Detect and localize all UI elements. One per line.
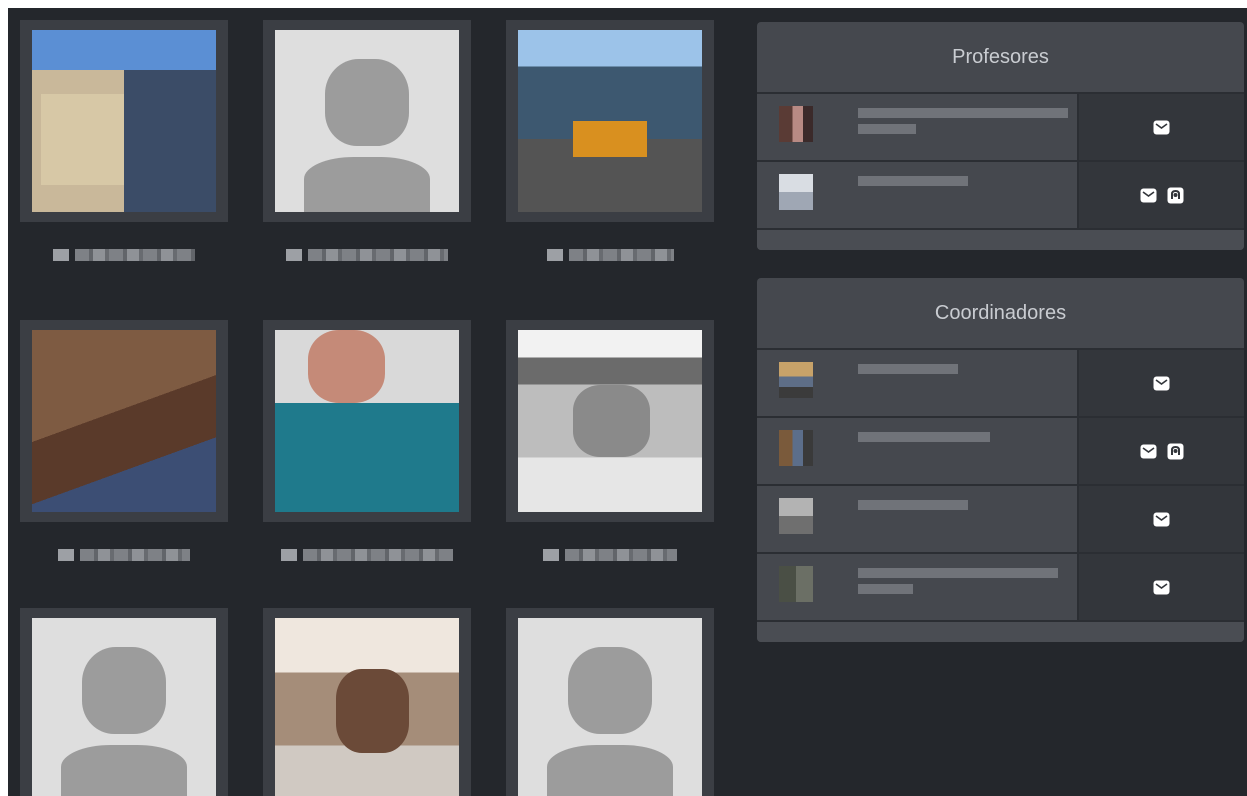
envelope-icon[interactable] [1140, 444, 1157, 459]
panel-title: Profesores [757, 22, 1244, 94]
member-info[interactable] [757, 554, 1079, 620]
member-name-blurred [858, 174, 968, 186]
avatar[interactable] [779, 498, 813, 534]
envelope-icon[interactable] [1153, 120, 1170, 135]
member-name-blurred [858, 430, 990, 442]
photo-frame [506, 608, 714, 796]
member-name-blurred [858, 362, 958, 374]
member-caption [263, 248, 471, 262]
contact-actions [1079, 486, 1244, 552]
member-name-blurred [80, 549, 190, 561]
photo-frame [263, 608, 471, 796]
avatar[interactable] [779, 106, 813, 142]
member-card[interactable] [263, 608, 471, 796]
member-info[interactable] [757, 418, 1079, 484]
member-name-blurred [75, 249, 195, 261]
placeholder-avatar-icon[interactable] [32, 618, 216, 796]
photo-frame [20, 608, 228, 796]
member-info[interactable] [757, 162, 1079, 228]
contact-actions [1079, 162, 1244, 228]
member-card[interactable] [20, 608, 228, 796]
photo-frame [263, 320, 471, 522]
member-info[interactable] [757, 350, 1079, 416]
contact-actions [1079, 418, 1244, 484]
member-caption [20, 248, 228, 262]
member-caption [506, 248, 714, 262]
panel-footer [757, 230, 1244, 250]
flag-icon [546, 249, 563, 261]
photo-frame [263, 20, 471, 222]
list-item [757, 350, 1244, 418]
member-name-blurred [858, 566, 1058, 594]
member-photo[interactable] [275, 618, 459, 796]
envelope-icon[interactable] [1153, 376, 1170, 391]
avatar[interactable] [779, 430, 813, 466]
github-icon[interactable] [1167, 187, 1184, 203]
photo-frame [506, 320, 714, 522]
member-photo[interactable] [275, 330, 459, 512]
flag-icon [281, 549, 297, 561]
member-card[interactable] [263, 320, 471, 562]
member-card[interactable] [506, 20, 714, 262]
member-card[interactable] [506, 608, 714, 796]
list-item [757, 162, 1244, 230]
member-card[interactable] [506, 320, 714, 562]
flag-icon [53, 249, 69, 261]
list-item [757, 418, 1244, 486]
member-info[interactable] [757, 94, 1079, 160]
avatar[interactable] [779, 362, 813, 398]
member-photo[interactable] [518, 30, 702, 212]
placeholder-avatar-icon[interactable] [518, 618, 702, 796]
github-icon[interactable] [1167, 443, 1184, 459]
panel-footer [757, 622, 1244, 642]
coordinadores-panel: Coordinadores [757, 278, 1244, 642]
member-card[interactable] [20, 320, 228, 562]
member-name-blurred [568, 249, 674, 261]
placeholder-avatar-icon[interactable] [275, 30, 459, 212]
contact-actions [1079, 94, 1244, 160]
flag-icon [543, 549, 559, 561]
member-name-blurred [858, 498, 968, 510]
flag-icon [286, 249, 302, 261]
list-item [757, 94, 1244, 162]
photo-frame [506, 20, 714, 222]
photo-frame [20, 20, 228, 222]
page-frame: Profesores Coordinadores [8, 8, 1247, 796]
list-item [757, 554, 1244, 622]
avatar[interactable] [779, 174, 813, 210]
member-caption [20, 548, 228, 562]
list-item [757, 486, 1244, 554]
member-photo[interactable] [518, 330, 702, 512]
envelope-icon[interactable] [1153, 512, 1170, 527]
member-caption [506, 548, 714, 562]
contact-actions [1079, 554, 1244, 620]
member-name-blurred [308, 249, 448, 261]
contact-actions [1079, 350, 1244, 416]
member-info[interactable] [757, 486, 1079, 552]
member-photo[interactable] [32, 330, 216, 512]
envelope-icon[interactable] [1153, 580, 1170, 595]
member-name-blurred [858, 106, 1068, 134]
photo-frame [20, 320, 228, 522]
member-name-blurred [303, 549, 453, 561]
avatar[interactable] [779, 566, 813, 602]
panel-title: Coordinadores [757, 278, 1244, 350]
member-photo[interactable] [32, 30, 216, 212]
member-card[interactable] [20, 20, 228, 262]
flag-icon [58, 549, 74, 561]
member-caption [263, 548, 471, 562]
profesores-panel: Profesores [757, 22, 1244, 250]
member-gallery [8, 8, 748, 796]
member-card[interactable] [263, 20, 471, 262]
member-name-blurred [565, 549, 677, 561]
envelope-icon[interactable] [1140, 188, 1157, 203]
